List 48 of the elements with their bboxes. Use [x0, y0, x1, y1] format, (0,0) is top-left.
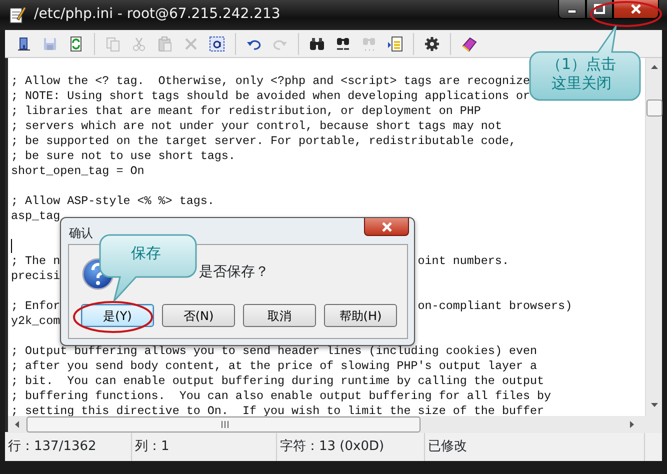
status-text: 字符：13 (0x0D): [277, 432, 425, 461]
code-line: ; buffering functions. You can also enable output buffering for all files by: [11, 389, 552, 404]
dialog-title: 确认: [68, 225, 94, 242]
status-text: 列：1: [132, 432, 277, 461]
code-line: ; libraries that are meant for redistribution, or deployment on PHP: [11, 104, 481, 119]
dialog-button[interactable]: 否(N): [162, 304, 235, 327]
code-line: short_open_tag = On: [11, 164, 144, 179]
close-icon: [380, 221, 392, 233]
dialog-button[interactable]: 取消: [243, 304, 316, 327]
code-line: ; servers which are not under your control, because short tags may not: [11, 119, 502, 134]
horizontal-scrollbar[interactable]: [8, 416, 662, 433]
code-line: ; Allow the <? tag. Otherwise, only <?php and <script> tags are recognize: [11, 74, 530, 89]
code-line: precisi: [11, 269, 60, 284]
code-line: ; NOTE: Using short tags should be avoided when developing applications or: [11, 89, 530, 104]
code-line: ; Enfor: [11, 299, 60, 314]
code-line: asp_tag: [11, 209, 60, 224]
code-line: y2k_com: [11, 314, 60, 329]
callout-text: 保存: [131, 244, 161, 263]
open-file-icon[interactable]: [16, 36, 32, 52]
select-all-icon[interactable]: [209, 36, 225, 52]
code-line: ; Allow ASP-style <% %> tags.: [11, 194, 214, 209]
dialog-button[interactable]: 是(Y): [81, 304, 154, 327]
minimize-button[interactable]: [558, 0, 586, 19]
code-line: ; The n: [11, 254, 60, 269]
dialog-message: 是否保存？: [199, 263, 269, 282]
code-line: oint numbers.: [418, 254, 509, 269]
close-icon: [630, 4, 642, 14]
binoculars-icon[interactable]: [335, 36, 351, 52]
binoculars-icon[interactable]: [309, 36, 325, 52]
vertical-scrollbar[interactable]: [645, 58, 662, 416]
code-line: on-compliant browsers): [418, 299, 572, 314]
code-line: ; be sure not to use short tags.: [11, 149, 236, 164]
window-title: /etc/php.ini - root@67.215.242.213: [34, 5, 280, 24]
gear-icon[interactable]: [424, 36, 440, 52]
callout-text: （1）点击这里关闭: [546, 55, 616, 93]
code-line: ; after you send body content, at the price of slowing PHP's output layer a: [11, 359, 538, 374]
code-line: ; be supported on the target server. For portable, redistributable code,: [11, 134, 516, 149]
maximize-icon: [594, 4, 605, 14]
status-text: 已修改: [425, 432, 645, 461]
status-text: 行：137/1362: [5, 432, 132, 461]
book-icon[interactable]: [461, 36, 477, 52]
close-button[interactable]: [364, 218, 409, 236]
code-line: ; bit. You can enable output buffering during runtime by calling the output: [11, 374, 544, 389]
app-icon: [8, 4, 26, 24]
code-line: ; Output buffering allows you to send header lines (including cookies) even: [11, 344, 538, 359]
reload-icon[interactable]: [68, 36, 84, 52]
goto-line-icon[interactable]: [387, 36, 403, 52]
dialog-button[interactable]: 帮助(H): [324, 304, 397, 327]
